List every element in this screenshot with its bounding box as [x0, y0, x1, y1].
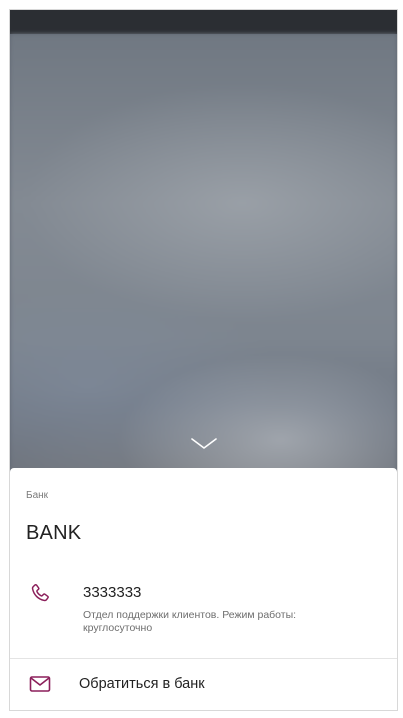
status-bar: [10, 10, 397, 34]
contact-bank-label: Обратиться в банк: [79, 676, 205, 692]
mail-icon: [29, 676, 51, 692]
phone-number: 3333333: [83, 584, 142, 601]
bank-name: BANK: [26, 522, 82, 544]
chevron-down-icon[interactable]: [191, 438, 217, 450]
phone-icon: [31, 583, 49, 602]
phone-screen: Банк BANK 3333333 Отдел поддержки клиент…: [10, 10, 397, 710]
phone-note: Отдел поддержки клиентов. Режим работы: …: [83, 609, 297, 634]
bank-info-sheet: Банк BANK 3333333 Отдел поддержки клиент…: [10, 468, 397, 710]
phone-row[interactable]: 3333333 Отдел поддержки клиентов. Режим …: [10, 576, 397, 652]
bank-caption: Банк: [26, 490, 49, 501]
contact-bank-button[interactable]: Обратиться в банк: [10, 659, 397, 710]
